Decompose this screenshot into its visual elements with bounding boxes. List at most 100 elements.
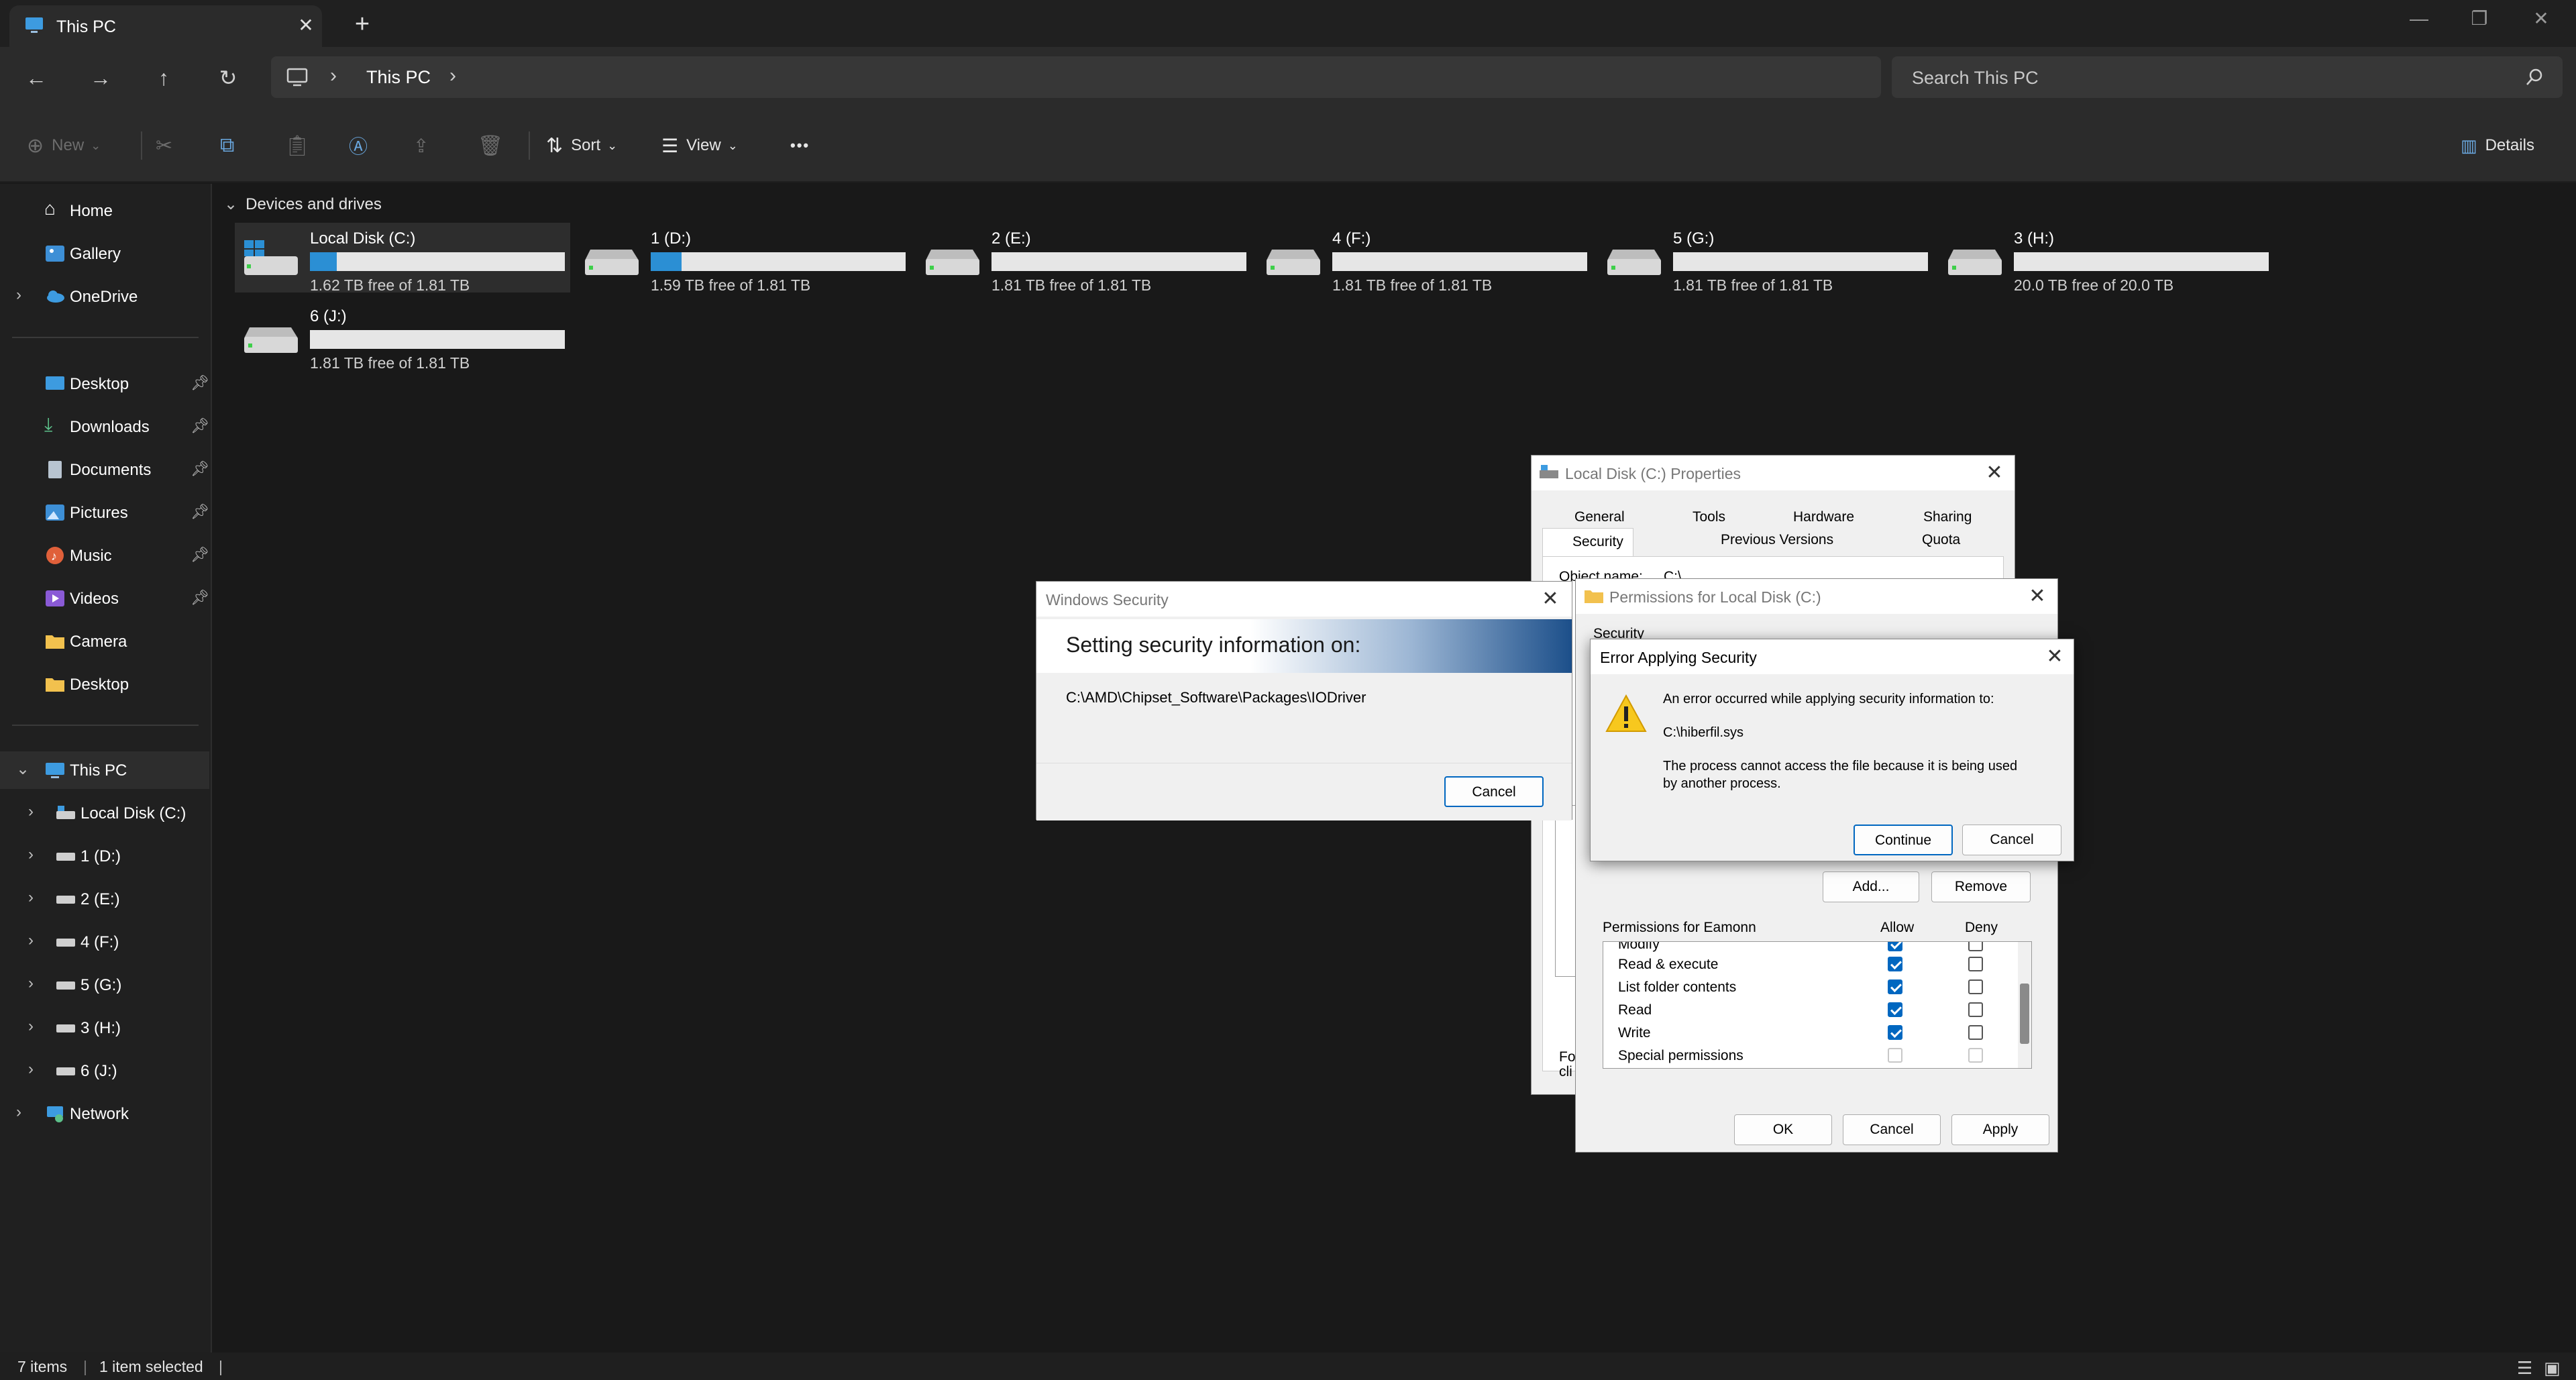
sidebar-item-drive-d[interactable]: › 1 (D:) <box>0 837 209 875</box>
sidebar-item-home[interactable]: ⌂ Home <box>0 192 209 229</box>
allow-checkbox[interactable] <box>1888 1002 1902 1017</box>
deny-checkbox[interactable] <box>1968 942 1983 951</box>
sidebar-item-documents[interactable]: Documents 📌︎ <box>0 451 209 488</box>
refresh-icon[interactable]: ↻ <box>209 59 247 97</box>
sidebar-item-drive-f[interactable]: › 4 (F:) <box>0 923 209 961</box>
continue-button[interactable]: Continue <box>1854 825 1953 855</box>
chevron-right-icon[interactable]: › <box>449 64 456 87</box>
cancel-button[interactable]: Cancel <box>1962 825 2061 855</box>
sort-button[interactable]: ⇅ Sort ⌄ <box>546 129 617 162</box>
tab-tools[interactable]: Tools <box>1693 509 1725 525</box>
tab-security-active[interactable]: Security <box>1542 528 1633 556</box>
drive-tile[interactable]: 5 (G:) 1.81 TB free of 1.81 TB <box>1598 223 1933 294</box>
sidebar-item-desktop-folder[interactable]: Desktop <box>0 666 209 703</box>
sidebar-item-downloads[interactable]: ⤓ Downloads 📌︎ <box>0 408 209 445</box>
chevron-right-icon[interactable]: › <box>28 888 34 907</box>
search-input[interactable]: Search This PC <box>1912 68 2039 89</box>
new-tab-button[interactable]: + <box>347 9 377 39</box>
tab-quota[interactable]: Quota <box>1922 532 1960 548</box>
sidebar-item-pictures[interactable]: Pictures 📌︎ <box>0 494 209 531</box>
tab-this-pc[interactable]: This PC ✕ <box>9 5 322 47</box>
details-button[interactable]: ▥ Details <box>2461 129 2534 162</box>
sidebar-item-camera[interactable]: Camera <box>0 623 209 660</box>
tab-sharing[interactable]: Sharing <box>1923 509 1972 525</box>
chevron-right-icon[interactable]: › <box>28 1060 34 1079</box>
chevron-right-icon[interactable]: › <box>330 64 337 87</box>
deny-checkbox[interactable] <box>1968 1025 1983 1040</box>
new-button[interactable]: ⊕ New ⌄ <box>27 129 101 162</box>
sidebar-item-network[interactable]: › Network <box>0 1095 209 1132</box>
allow-checkbox[interactable] <box>1888 979 1902 994</box>
sidebar-item-gallery[interactable]: Gallery <box>0 235 209 272</box>
close-icon[interactable]: ✕ <box>1537 587 1564 611</box>
section-header[interactable]: ⌄ Devices and drives <box>224 195 382 214</box>
breadcrumb-this-pc[interactable]: This PC <box>366 67 431 88</box>
chevron-down-icon[interactable]: ⌄ <box>224 195 237 213</box>
cancel-button[interactable]: Cancel <box>1444 776 1544 807</box>
paste-icon[interactable]: 📋︎ <box>284 129 310 162</box>
rename-icon[interactable]: Ⓐ <box>349 129 368 162</box>
sidebar-item-desktop[interactable]: Desktop 📌︎ <box>0 365 209 403</box>
forward-arrow-icon[interactable]: → <box>82 59 119 97</box>
chevron-right-icon[interactable]: › <box>28 1017 34 1036</box>
address-bar[interactable]: › This PC › <box>271 56 1881 98</box>
permissions-list[interactable]: Modify Read & execute List folder conten… <box>1603 941 2032 1069</box>
pin-icon[interactable]: 📌︎ <box>191 460 209 478</box>
chevron-right-icon[interactable]: › <box>28 974 34 993</box>
sidebar-item-drive-e[interactable]: › 2 (E:) <box>0 880 209 918</box>
chevron-right-icon[interactable]: › <box>16 286 21 305</box>
view-button[interactable]: ☰ View ⌄ <box>661 129 738 162</box>
restore-button[interactable]: ❐ <box>2459 3 2500 35</box>
chevron-down-icon[interactable]: ⌄ <box>16 759 30 779</box>
deny-checkbox[interactable] <box>1968 1002 1983 1017</box>
sidebar-item-drive-g[interactable]: › 5 (G:) <box>0 966 209 1004</box>
close-window-button[interactable]: ✕ <box>2521 3 2561 35</box>
pin-icon[interactable]: 📌︎ <box>191 374 209 392</box>
drive-tile[interactable]: 1 (D:) 1.59 TB free of 1.81 TB <box>576 223 911 294</box>
chevron-right-icon[interactable]: › <box>16 1103 21 1122</box>
tab-general[interactable]: General <box>1574 509 1625 525</box>
chevron-right-icon[interactable]: › <box>28 931 34 950</box>
back-arrow-icon[interactable]: ← <box>17 59 55 97</box>
pin-icon[interactable]: 📌︎ <box>191 589 209 606</box>
tab-previous-versions[interactable]: Previous Versions <box>1721 532 1833 548</box>
close-icon[interactable]: ✕ <box>1981 461 2008 484</box>
allow-checkbox[interactable] <box>1888 942 1902 951</box>
drive-tile[interactable]: 4 (F:) 1.81 TB free of 1.81 TB <box>1257 223 1593 294</box>
tab-close-icon[interactable]: ✕ <box>294 13 318 38</box>
sidebar-item-onedrive[interactable]: › OneDrive <box>0 278 209 315</box>
allow-checkbox[interactable] <box>1888 957 1902 971</box>
drive-tile[interactable]: 2 (E:) 1.81 TB free of 1.81 TB <box>916 223 1252 294</box>
cut-icon[interactable]: ✂ <box>156 129 172 162</box>
drive-tile[interactable]: 6 (J:) 1.81 TB free of 1.81 TB <box>235 301 570 372</box>
search-box[interactable]: Search This PC <box>1892 56 2563 98</box>
chevron-right-icon[interactable]: › <box>28 845 34 864</box>
deny-checkbox[interactable] <box>1968 979 1983 994</box>
minimize-button[interactable]: — <box>2399 3 2439 35</box>
apply-button[interactable]: Apply <box>1951 1114 2049 1145</box>
scrollbar-thumb[interactable] <box>2020 984 2029 1044</box>
scrollbar[interactable] <box>2018 942 2031 1068</box>
cancel-button[interactable]: Cancel <box>1843 1114 1941 1145</box>
pin-icon[interactable]: 📌︎ <box>191 417 209 435</box>
pin-icon[interactable]: 📌︎ <box>191 546 209 564</box>
details-view-icon[interactable]: ☰ <box>2517 1358 2532 1379</box>
pin-icon[interactable]: 📌︎ <box>191 503 209 521</box>
sidebar-item-videos[interactable]: Videos 📌︎ <box>0 580 209 617</box>
chevron-right-icon[interactable]: › <box>28 802 34 821</box>
drive-tile[interactable]: Local Disk (C:) 1.62 TB free of 1.81 TB <box>235 223 570 294</box>
deny-checkbox[interactable] <box>1968 957 1983 971</box>
remove-button[interactable]: Remove <box>1931 871 2031 902</box>
ok-button[interactable]: OK <box>1734 1114 1832 1145</box>
sidebar-item-drive-h[interactable]: › 3 (H:) <box>0 1009 209 1047</box>
delete-icon[interactable]: 🗑︎ <box>478 129 503 162</box>
drive-tile[interactable]: 3 (H:) 20.0 TB free of 20.0 TB <box>1939 223 2274 294</box>
sidebar-item-music[interactable]: ♪ Music 📌︎ <box>0 537 209 574</box>
sidebar-item-this-pc[interactable]: ⌄ This PC <box>0 751 209 789</box>
close-icon[interactable]: ✕ <box>2024 584 2051 608</box>
copy-icon[interactable]: ⧉ <box>220 129 234 162</box>
close-icon[interactable]: ✕ <box>2041 645 2068 668</box>
sidebar-item-drive-c[interactable]: › Local Disk (C:) <box>0 794 209 832</box>
tab-hardware[interactable]: Hardware <box>1793 509 1854 525</box>
more-options-icon[interactable]: ••• <box>790 129 810 162</box>
